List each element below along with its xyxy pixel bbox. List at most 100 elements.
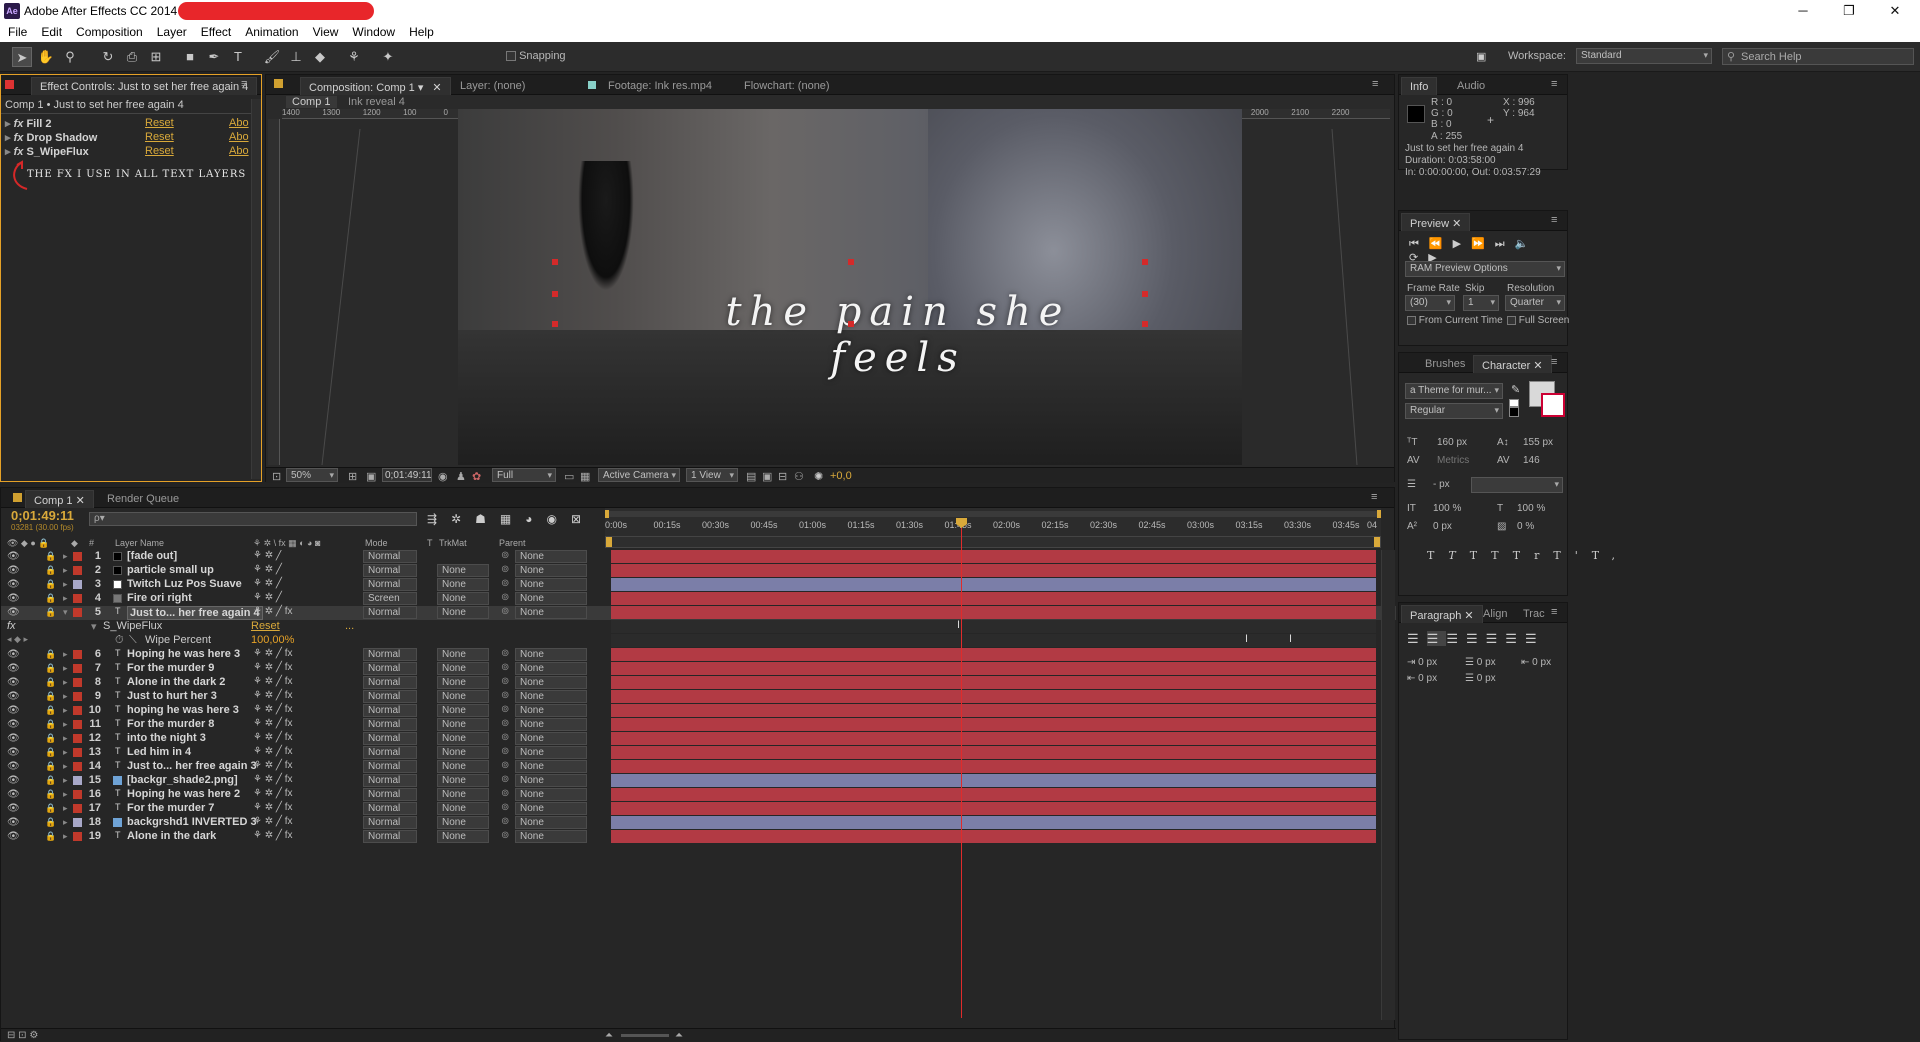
layer-duration-bar[interactable] — [611, 564, 1376, 577]
menu-effect[interactable]: Effect — [193, 22, 237, 39]
panel-menu-icon[interactable]: ≡ — [241, 79, 255, 90]
layer-row[interactable]: 👁 🔒 ▸ 13 T Led him in 4 ⚘ ✲ ╱ fx Normal None ⊚ Non… — [1, 746, 1396, 760]
label-color-swatch[interactable] — [73, 790, 82, 799]
parent-dropdown[interactable]: None — [515, 564, 587, 577]
tab-paragraph[interactable]: Paragraph ✕ — [1401, 605, 1483, 623]
visibility-eye-icon[interactable]: 👁 — [7, 663, 20, 674]
audio-icon[interactable]: 🔈 — [1515, 238, 1539, 250]
frame-rate-dropdown[interactable]: (30) — [1405, 295, 1455, 311]
exposure-icon[interactable]: ✺ — [814, 470, 823, 483]
first-frame-icon[interactable]: ⏮ — [1409, 238, 1429, 250]
black-swatch[interactable] — [1509, 407, 1519, 417]
layer-duration-bar[interactable] — [611, 690, 1376, 703]
parent-dropdown[interactable]: None — [515, 606, 587, 619]
lock-icon[interactable]: 🔒 — [45, 705, 56, 716]
tab-flowchart[interactable]: Flowchart: (none) — [736, 77, 838, 95]
expand-triangle-icon[interactable]: ▸ — [5, 146, 11, 158]
last-frame-icon[interactable]: ⏭ — [1495, 238, 1515, 250]
tracking-value[interactable]: 146 — [1523, 455, 1540, 466]
pickwhip-icon[interactable]: ⊚ — [501, 578, 509, 589]
menu-animation[interactable]: Animation — [237, 22, 304, 39]
layer-switches[interactable]: ⚘ ✲ ╱ — [253, 592, 282, 603]
label-color-swatch[interactable] — [73, 664, 82, 673]
layer-name[interactable]: Just to... her free again 3 — [127, 760, 257, 772]
tab-audio[interactable]: Audio — [1449, 77, 1493, 95]
work-area-bar[interactable] — [605, 511, 1381, 517]
search-help-input[interactable]: ⚲ Search Help — [1722, 48, 1914, 65]
parent-dropdown[interactable]: None — [515, 592, 587, 605]
time-navigator[interactable] — [605, 536, 1381, 548]
parent-dropdown[interactable]: None — [515, 578, 587, 591]
layer-switches[interactable]: ⚘ ✲ ╱ fx — [253, 676, 292, 687]
visibility-eye-icon[interactable]: 👁 — [7, 677, 20, 688]
subscript-button[interactable]: T, — [1592, 549, 1629, 562]
pickwhip-icon[interactable]: ⊚ — [501, 816, 509, 827]
blend-mode-dropdown[interactable]: Normal — [363, 802, 417, 815]
layer-handle[interactable] — [1142, 291, 1148, 297]
align-center-icon[interactable]: ☰ — [1426, 631, 1447, 646]
visibility-eye-icon[interactable]: 👁 — [7, 775, 20, 786]
ram-preview-options[interactable]: RAM Preview Options — [1405, 261, 1565, 277]
layer-duration-bar[interactable] — [611, 718, 1376, 731]
close-button[interactable]: ✕ — [1872, 0, 1918, 22]
snapping-toggle[interactable]: Snapping — [506, 50, 566, 62]
parent-dropdown[interactable]: None — [515, 662, 587, 675]
safe-zones-icon[interactable]: ⊞ — [348, 470, 357, 483]
lock-icon[interactable]: 🔒 — [45, 761, 56, 772]
layer-name[interactable]: Twitch Luz Pos Suave — [127, 578, 242, 590]
layer-row[interactable]: 👁 🔒 ▸ 9 T Just to hurt her 3 ⚘ ✲ ╱ fx Normal Non… — [1, 690, 1396, 704]
layer-switches[interactable]: ⚘ ✲ ╱ fx — [253, 704, 292, 715]
timeline-icon[interactable]: ⊟ — [778, 470, 787, 483]
lock-icon[interactable]: 🔒 — [45, 747, 56, 758]
layer-name[interactable]: [backgr_shade2.png] — [127, 774, 238, 786]
expand-triangle-icon[interactable]: ▸ — [63, 677, 68, 688]
pen-tool-icon[interactable]: ✒ — [204, 47, 224, 67]
fx-icon[interactable]: fx — [14, 118, 24, 130]
lock-icon[interactable]: 🔒 — [45, 579, 56, 590]
lock-icon[interactable]: 🔒 — [45, 775, 56, 786]
menu-file[interactable]: File — [0, 22, 33, 39]
layer-duration-bar[interactable] — [611, 774, 1376, 787]
panel-menu-icon[interactable]: ≡ — [1372, 79, 1386, 90]
trkmat-dropdown[interactable]: None — [437, 760, 489, 773]
tab-align[interactable]: Align — [1475, 605, 1515, 623]
layer-row[interactable]: 👁 🔒 ▸ 11 T For the murder 8 ⚘ ✲ ╱ fx Normal None… — [1, 718, 1396, 732]
minimize-button[interactable]: ─ — [1780, 0, 1826, 22]
tab-comp-1[interactable]: Comp 1 ✕ — [25, 490, 94, 508]
camera-dropdown[interactable]: Active Camera — [598, 468, 680, 482]
panel-menu-icon[interactable]: ≡ — [1551, 215, 1565, 226]
layer-row[interactable]: 👁 🔒 ▸ 18 backgrshd1 INVERTED 3 ⚘ ✲ ╱ fx Normal… — [1, 816, 1396, 830]
indent-left-field[interactable]: ⇥ 0 px — [1407, 657, 1437, 668]
blend-mode-dropdown[interactable]: Normal — [363, 606, 417, 619]
time-ruler[interactable]: 0:00s 00:15s 00:30s 00:45s 01:00s 01:15s 01:30… — [605, 508, 1381, 536]
trkmat-dropdown[interactable]: None — [437, 746, 489, 759]
layer-row[interactable]: 👁 🔒 ▸ 16 T Hoping he was here 2 ⚘ ✲ ╱ fx Normal… — [1, 788, 1396, 802]
keyframe-nav-icon[interactable]: ◂ ◆ ▸ — [7, 634, 28, 645]
expand-triangle-icon[interactable]: ▸ — [63, 747, 68, 758]
full-screen-option[interactable]: Full Screen — [1507, 315, 1569, 326]
layer-name[interactable]: For the murder 7 — [127, 802, 214, 814]
label-color-swatch[interactable] — [73, 720, 82, 729]
layer-row[interactable]: 👁 🔒 ▸ 2 particle small up ⚘ ✲ ╱ Normal None ⊚ No… — [1, 564, 1396, 578]
label-color-swatch[interactable] — [73, 832, 82, 841]
layer-name[interactable]: Fire ori right — [127, 592, 192, 604]
panel-menu-icon[interactable]: ≡ — [1551, 607, 1565, 618]
next-frame-icon[interactable]: ⏩ — [1471, 238, 1495, 250]
menu-window[interactable]: Window — [344, 22, 401, 39]
layer-duration-bar[interactable] — [611, 578, 1376, 591]
indent-right-field[interactable]: ⇤ 0 px — [1407, 673, 1437, 684]
pan-behind-tool-icon[interactable]: ⊞ — [146, 47, 166, 67]
snapshot-icon[interactable]: ◉ — [438, 470, 448, 483]
switches-header-icons[interactable]: ⚘ ✲ \ fx ▦ ◐ ◕ ◙ — [253, 538, 320, 549]
pickwhip-icon[interactable]: ⊚ — [501, 564, 509, 575]
layer-handle[interactable] — [552, 259, 558, 265]
about-link[interactable]: Abo — [229, 117, 249, 129]
layer-name[interactable]: Just to hurt her 3 — [127, 690, 217, 702]
pickwhip-icon[interactable]: ⊚ — [501, 606, 509, 617]
expand-triangle-icon[interactable]: ▸ — [63, 831, 68, 842]
expand-triangle-icon[interactable]: ▸ — [63, 761, 68, 772]
label-color-swatch[interactable] — [73, 678, 82, 687]
lock-icon[interactable]: 🔒 — [45, 803, 56, 814]
label-color-swatch[interactable] — [73, 580, 82, 589]
panel-menu-icon[interactable]: ≡ — [1551, 357, 1565, 368]
